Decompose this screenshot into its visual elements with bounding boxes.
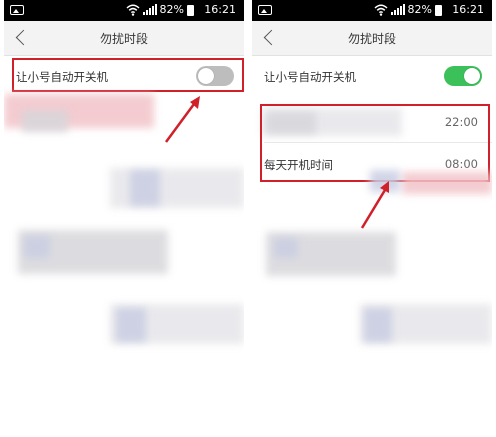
annotation-arrows (164, 96, 389, 229)
arrow-icon (360, 181, 389, 229)
arrow-icon (164, 96, 200, 143)
